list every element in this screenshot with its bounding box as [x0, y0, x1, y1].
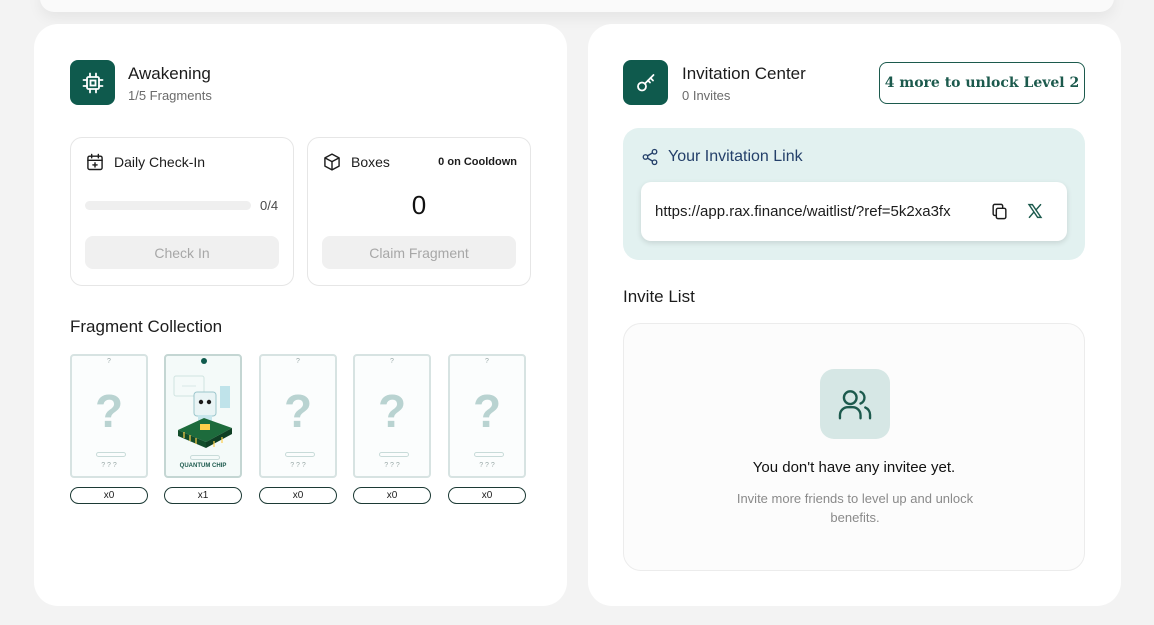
- invitation-link-label: Your Invitation Link: [668, 148, 803, 165]
- fragment-card-4[interactable]: ? ? ? ? ?: [353, 354, 431, 478]
- cooldown-label: 0 on Cooldown: [438, 156, 517, 168]
- fragment-count-2: x1: [164, 487, 242, 504]
- question-mark-icon: ?: [94, 385, 124, 437]
- boxes-box: Boxes 0 on Cooldown 0 Claim Fragment: [307, 137, 531, 286]
- checkin-progress-text: 0/4: [260, 198, 279, 213]
- daily-checkin-box: Daily Check-In 0/4 Check In: [70, 137, 294, 286]
- awakening-card: Awakening 1/5 Fragments Daily Check-In 0…: [34, 24, 567, 606]
- fragment-name: QUANTUM CHIP: [179, 463, 227, 469]
- cube-icon: [322, 152, 342, 172]
- question-mark-icon: ?: [377, 385, 407, 437]
- calendar-icon: [85, 152, 105, 172]
- chip-icon: [70, 60, 115, 105]
- key-icon: [623, 60, 668, 105]
- fragment-count-1: x0: [70, 487, 148, 504]
- invite-list-empty-state: You don't have any invitee yet. Invite m…: [623, 323, 1085, 571]
- fragment-card-1[interactable]: ? ? ? ? ?: [70, 354, 148, 478]
- unlock-level-button[interactable]: 4 more to unlock Level 2: [879, 62, 1085, 104]
- awakening-title: Awakening: [128, 64, 211, 83]
- question-mark-icon: ?: [472, 385, 502, 437]
- users-icon: [820, 369, 890, 439]
- quantum-chip-illustration: [173, 375, 232, 448]
- invitation-card: Invitation Center 0 Invites 4 more to un…: [588, 24, 1121, 606]
- fragment-card-3[interactable]: ? ? ? ? ?: [259, 354, 337, 478]
- x-share-icon[interactable]: [1026, 202, 1044, 225]
- boxes-count: 0: [411, 190, 427, 220]
- copy-icon[interactable]: [990, 202, 1009, 226]
- claim-fragment-button[interactable]: Claim Fragment: [322, 236, 516, 269]
- fragment-card-5[interactable]: ? ? ? ? ?: [448, 354, 526, 478]
- checkin-title: Daily Check-In: [114, 154, 206, 170]
- invitation-link-field: https://app.rax.finance/waitlist/?ref=5k…: [641, 182, 1067, 241]
- empty-subtitle: Invite more friends to level up and unlo…: [736, 491, 974, 525]
- empty-title: You don't have any invitee yet.: [752, 459, 956, 476]
- awakening-subtitle: 1/5 Fragments: [128, 88, 212, 103]
- fragment-collection-title: Fragment Collection: [70, 317, 223, 336]
- fragment-card-quantum-chip[interactable]: QUANTUM CHIP: [164, 354, 242, 478]
- share-icon: [641, 148, 659, 171]
- fragment-count-3: x0: [259, 487, 337, 504]
- checkin-progress-bar: [85, 201, 251, 210]
- invitation-link-panel: Your Invitation Link https://app.rax.fin…: [623, 128, 1085, 260]
- boxes-title: Boxes: [351, 154, 390, 170]
- fragment-count-4: x0: [353, 487, 431, 504]
- invitation-link-url[interactable]: https://app.rax.finance/waitlist/?ref=5k…: [655, 203, 951, 220]
- check-in-button[interactable]: Check In: [85, 236, 279, 269]
- top-bar: [40, 0, 1114, 12]
- invite-list-title: Invite List: [623, 287, 695, 306]
- invite-count: 0 Invites: [682, 88, 731, 103]
- question-mark-icon: ?: [283, 385, 313, 437]
- fragment-count-5: x0: [448, 487, 526, 504]
- invitation-title: Invitation Center: [682, 64, 806, 83]
